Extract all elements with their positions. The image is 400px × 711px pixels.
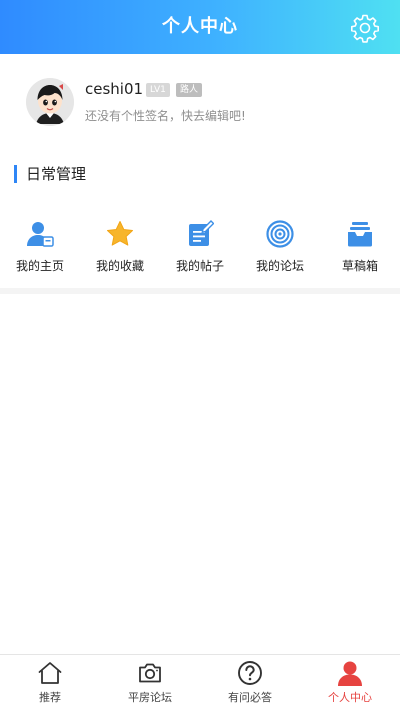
tab-forum[interactable]: 平房论坛	[100, 655, 200, 711]
my-forum-button[interactable]: 我的论坛	[240, 212, 320, 288]
tab-label: 有问必答	[228, 691, 272, 704]
header-bar: 个人中心	[0, 0, 400, 54]
grid-item-label: 我的主页	[15, 259, 64, 273]
edit-post-icon	[189, 220, 214, 246]
my-posts-button[interactable]: 我的帖子	[160, 212, 240, 288]
tab-qa[interactable]: 有问必答	[200, 655, 300, 711]
daily-management-grid: 我的主页 我的收藏 我的帖子 我的论坛 草稿箱	[0, 212, 400, 288]
role-badge: 路人	[176, 83, 203, 97]
my-favorites-button[interactable]: 我的收藏	[80, 212, 160, 288]
my-homepage-button[interactable]: 我的主页	[0, 212, 80, 288]
cartoon-avatar-icon	[26, 78, 74, 126]
daily-management-title: 日常管理	[14, 165, 86, 183]
page-title: 个人中心	[162, 16, 238, 37]
person-icon	[338, 661, 362, 686]
section-divider	[0, 288, 400, 294]
drafts-tray-icon	[348, 222, 372, 247]
gear-icon[interactable]	[350, 13, 380, 43]
forum-target-icon	[266, 220, 294, 248]
tab-label: 平房论坛	[128, 691, 172, 704]
signature-text[interactable]: 还没有个性签名，快去编辑吧!	[85, 107, 246, 124]
grid-item-label: 我的论坛	[255, 259, 304, 273]
tab-recommend[interactable]: 推荐	[0, 655, 100, 711]
grid-item-label: 草稿箱	[341, 259, 378, 273]
level-badge: LV1	[146, 83, 170, 97]
tab-profile[interactable]: 个人中心	[300, 655, 400, 711]
bottom-tab-bar: 推荐 平房论坛 有问必答 个人中心	[0, 654, 400, 711]
profile-card[interactable]: ceshi01 LV1 路人 还没有个性签名，快去编辑吧!	[0, 54, 400, 150]
drafts-button[interactable]: 草稿箱	[320, 212, 400, 288]
grid-item-label: 我的收藏	[95, 259, 144, 273]
tab-label: 个人中心	[328, 691, 372, 704]
star-icon	[107, 221, 133, 246]
question-icon	[238, 661, 262, 685]
tab-label: 推荐	[39, 691, 61, 704]
avatar[interactable]	[26, 78, 74, 126]
grid-item-label: 我的帖子	[175, 259, 224, 273]
home-icon	[38, 662, 62, 684]
username: ceshi01	[85, 80, 144, 98]
user-home-icon	[27, 222, 54, 247]
camera-icon	[139, 663, 161, 683]
